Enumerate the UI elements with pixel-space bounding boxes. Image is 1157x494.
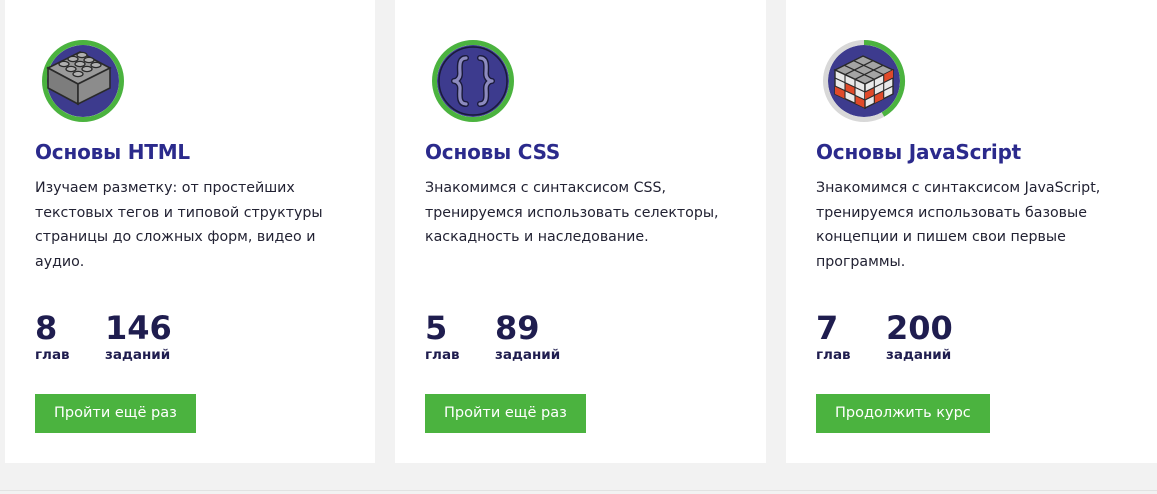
curly-braces-icon [432, 40, 514, 122]
divider [0, 490, 1157, 491]
course-description: Знакомимся с синтаксисом JavaScript, тре… [816, 180, 1101, 270]
course-description: Знакомимся с синтаксисом CSS, тренируемс… [425, 180, 719, 245]
course-title[interactable]: Основы CSS [425, 140, 560, 164]
course-cards-row: Основы HTML Изучаем разметку: от простей… [0, 0, 1157, 494]
tasks-count: 89 [495, 309, 540, 347]
tasks-count: 200 [886, 309, 953, 347]
retake-course-button[interactable]: Пройти ещё раз [35, 394, 196, 433]
course-card-html: Основы HTML Изучаем разметку: от простей… [5, 0, 375, 463]
retake-course-button[interactable]: Пройти ещё раз [425, 394, 586, 433]
tasks-stat: 200 заданий [886, 309, 953, 363]
tasks-label: заданий [886, 347, 952, 363]
course-card-javascript: Основы JavaScript Знакомимся с синтаксис… [786, 0, 1157, 463]
chapters-label: глав [35, 347, 70, 363]
lego-brick-icon [42, 40, 124, 122]
tasks-stat: 89 заданий [495, 309, 560, 363]
tasks-stat: 146 заданий [105, 309, 172, 363]
tasks-label: заданий [105, 347, 171, 363]
chapters-count: 8 [35, 309, 58, 347]
course-description: Изучаем разметку: от простейших текстовы… [35, 180, 323, 270]
chapters-stat: 7 глав [816, 309, 851, 363]
chapters-label: глав [425, 347, 460, 363]
chapters-stat: 8 глав [35, 309, 70, 363]
course-title[interactable]: Основы JavaScript [816, 140, 1021, 164]
course-title[interactable]: Основы HTML [35, 140, 190, 164]
chapters-stat: 5 глав [425, 309, 460, 363]
tasks-count: 146 [105, 309, 172, 347]
chapters-count: 7 [816, 309, 839, 347]
chapters-count: 5 [425, 309, 448, 347]
tasks-label: заданий [495, 347, 561, 363]
rubiks-cube-icon [823, 40, 906, 122]
continue-course-button[interactable]: Продолжить курс [816, 394, 990, 433]
course-card-css: Основы CSS Знакомимся с синтаксисом CSS,… [395, 0, 766, 463]
chapters-label: глав [816, 347, 851, 363]
